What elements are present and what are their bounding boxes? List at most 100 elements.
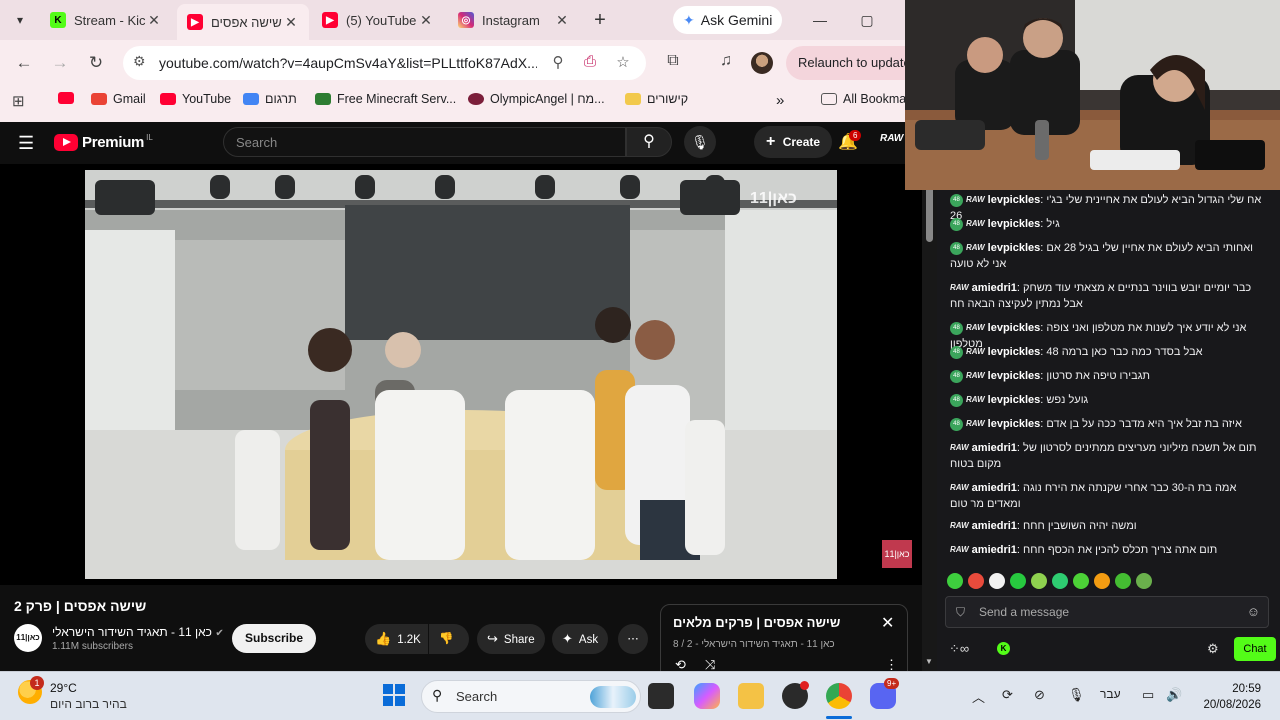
back-icon[interactable]: ← bbox=[11, 50, 37, 76]
forward-icon[interactable]: → bbox=[47, 50, 73, 76]
file-explorer-icon[interactable] bbox=[738, 683, 764, 709]
zoom-icon[interactable]: ⚲ bbox=[548, 53, 568, 71]
show-hidden-icons-icon[interactable]: ︿ bbox=[972, 687, 985, 706]
playlist-title[interactable]: שישה אפסים | פרקים מלאים bbox=[673, 615, 840, 630]
channel-name[interactable]: כאן 11 - תאגיד השידור הישראלי ✔ bbox=[52, 625, 224, 639]
scroll-down-icon[interactable]: ▼ bbox=[925, 657, 933, 666]
url-text[interactable]: youtube.com/watch?v=4aupCmSv4aY&list=PLL… bbox=[159, 55, 537, 71]
weather-temperature[interactable]: 29°C bbox=[50, 681, 77, 695]
voice-search-icon[interactable]: 🎙 bbox=[684, 126, 716, 158]
search-input[interactable]: Search bbox=[223, 127, 626, 157]
apps-grid-icon[interactable]: ⊞ bbox=[12, 92, 25, 110]
video-frame[interactable]: כאן|11 bbox=[85, 170, 837, 579]
tab-current-video[interactable]: ▶ שישה אפסים ✕ bbox=[177, 4, 309, 40]
youtube-logo[interactable]: Premium IL bbox=[54, 133, 153, 151]
microphone-icon[interactable]: 🎙 bbox=[1068, 687, 1085, 703]
tab-instagram[interactable]: ◎ Instagram ✕ bbox=[448, 4, 580, 36]
emote-icon[interactable] bbox=[1052, 573, 1068, 589]
close-icon[interactable]: ✕ bbox=[418, 12, 434, 29]
sync-icon[interactable]: ⟳ bbox=[1002, 687, 1013, 703]
chat-username[interactable]: amiedri1 bbox=[972, 442, 1017, 454]
create-button[interactable]: + Create bbox=[754, 126, 833, 158]
chat-send-button[interactable]: Chat bbox=[1234, 637, 1276, 661]
shield-icon[interactable]: ⛉ bbox=[956, 605, 965, 620]
menu-icon[interactable]: ☰ bbox=[18, 133, 34, 154]
chat-username[interactable]: levpickles bbox=[988, 418, 1041, 430]
channel-branding-logo[interactable]: כאן|11 bbox=[882, 540, 912, 568]
shuffle-icon[interactable]: ⤨ bbox=[705, 657, 715, 671]
bookmark-star-icon[interactable]: ☆ bbox=[613, 53, 633, 71]
emote-icon[interactable] bbox=[1073, 573, 1089, 589]
emote-icon[interactable] bbox=[1115, 573, 1131, 589]
chat-username[interactable]: levpickles bbox=[988, 242, 1041, 254]
system-clock[interactable]: 20:59 20/08/2026 bbox=[1199, 681, 1261, 713]
gear-icon[interactable]: ⚙ bbox=[1207, 641, 1219, 657]
kick-icon[interactable]: K bbox=[997, 642, 1010, 655]
chat-username[interactable]: levpickles bbox=[988, 322, 1041, 334]
emote-icon[interactable] bbox=[1136, 573, 1152, 589]
bookmark-links-folder[interactable]: קישורים bbox=[625, 92, 688, 106]
chat-username[interactable]: levpickles bbox=[988, 394, 1041, 406]
chat-message-input[interactable]: ⛉ Send a message ☺ bbox=[945, 596, 1269, 628]
close-icon[interactable]: ✕ bbox=[554, 12, 570, 29]
tab-kick-stream[interactable]: K Stream - Kick ✕ bbox=[40, 4, 172, 36]
bookmark-minecraft[interactable]: Free Minecraft Serv... bbox=[315, 92, 456, 106]
minimize-icon[interactable]: — bbox=[808, 8, 832, 32]
ask-gemini-button[interactable]: ✦ Ask Gemini bbox=[673, 6, 783, 34]
emoji-icon[interactable]: ☺ bbox=[1247, 604, 1260, 619]
chat-username[interactable]: levpickles bbox=[988, 218, 1041, 230]
weather-description[interactable]: בהיר ברוב היום bbox=[50, 697, 127, 711]
loop-icon[interactable]: ⟲ bbox=[675, 657, 686, 671]
chat-username[interactable]: levpickles bbox=[988, 346, 1041, 358]
volume-icon[interactable]: 🔊 bbox=[1166, 687, 1182, 703]
emote-icon[interactable] bbox=[1094, 573, 1110, 589]
network-icon[interactable]: ▭ bbox=[1142, 687, 1154, 703]
site-settings-icon[interactable]: ⚙ bbox=[133, 53, 146, 70]
emote-icon[interactable] bbox=[1010, 573, 1026, 589]
bookmark-olympicangel[interactable]: OlympicAngel | מח... bbox=[468, 92, 605, 106]
account-avatar[interactable]: RAW bbox=[880, 133, 903, 144]
emote-icon[interactable] bbox=[968, 573, 984, 589]
video-player[interactable]: כאן|11 כאן|11 bbox=[0, 164, 922, 585]
share-button[interactable]: ↪ Share bbox=[477, 624, 545, 654]
new-tab-icon[interactable]: + bbox=[588, 8, 612, 32]
bookmark-youtube[interactable]: YouTube bbox=[160, 92, 231, 106]
copilot-icon[interactable] bbox=[694, 683, 720, 709]
chat-username[interactable]: amiedri1 bbox=[972, 520, 1017, 532]
bookmark-youtube-icon[interactable] bbox=[58, 92, 80, 104]
chat-username[interactable]: amiedri1 bbox=[972, 482, 1017, 494]
close-icon[interactable]: ✕ bbox=[283, 14, 299, 31]
address-bar[interactable]: ⚙ youtube.com/watch?v=4aupCmSv4aY&list=P… bbox=[123, 46, 646, 80]
language-indicator[interactable]: עבר bbox=[1100, 687, 1121, 701]
maximize-icon[interactable]: ▢ bbox=[855, 8, 879, 32]
close-icon[interactable]: ✕ bbox=[881, 613, 894, 633]
chat-username[interactable]: levpickles bbox=[988, 370, 1041, 382]
windows-start-icon[interactable] bbox=[383, 684, 405, 706]
all-bookmarks[interactable]: All Bookmarks bbox=[821, 92, 905, 106]
page-scrollbar[interactable]: ▼ bbox=[922, 122, 937, 671]
emote-icon[interactable] bbox=[989, 573, 1005, 589]
channel-avatar[interactable]: כאן|11 bbox=[14, 624, 42, 652]
media-controls-icon[interactable]: ♫ bbox=[715, 52, 737, 70]
like-button[interactable]: 👍 1.2K bbox=[365, 624, 428, 654]
emote-icon[interactable] bbox=[1031, 573, 1047, 589]
extensions-icon[interactable]: ⧉ bbox=[662, 52, 684, 70]
playlist-menu-icon[interactable]: ⋮ bbox=[885, 657, 898, 671]
reload-icon[interactable]: ↻ bbox=[83, 50, 109, 76]
bookmark-gmail[interactable]: Gmail bbox=[91, 92, 146, 106]
profile-avatar[interactable] bbox=[751, 52, 773, 74]
relaunch-button[interactable]: Relaunch to update bbox=[786, 46, 905, 80]
tab-youtube[interactable]: ▶ (5) YouTube ✕ bbox=[312, 4, 444, 36]
network-off-icon[interactable]: ⊘ bbox=[1034, 687, 1045, 703]
ask-button[interactable]: ✦ Ask bbox=[552, 624, 609, 654]
close-icon[interactable]: ✕ bbox=[146, 12, 162, 29]
search-button[interactable]: ⚲ bbox=[626, 127, 672, 157]
tab-search-icon[interactable]: ▾ bbox=[8, 8, 32, 32]
emote-icon[interactable] bbox=[947, 573, 963, 589]
more-bookmarks-icon[interactable]: » bbox=[776, 92, 784, 109]
bookmark-translate[interactable]: תרגום bbox=[243, 92, 297, 106]
subscribe-button[interactable]: Subscribe bbox=[232, 624, 317, 653]
task-view-icon[interactable] bbox=[648, 683, 674, 709]
chat-username[interactable]: amiedri1 bbox=[972, 544, 1017, 556]
scrollbar-thumb[interactable] bbox=[926, 182, 933, 242]
